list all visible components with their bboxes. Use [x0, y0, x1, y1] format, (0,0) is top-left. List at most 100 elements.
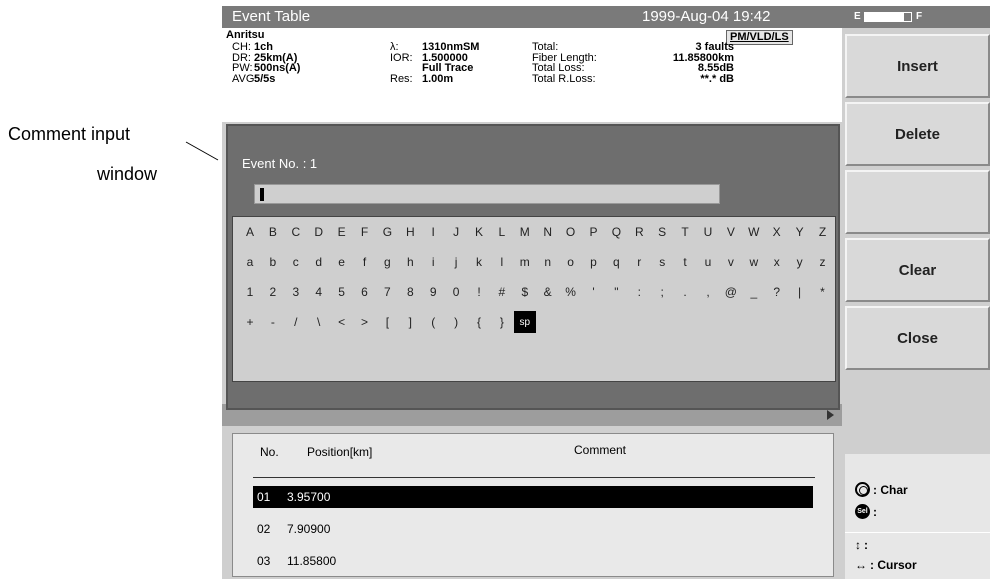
char-key[interactable]: Y	[789, 221, 811, 243]
char-key[interactable]: N	[537, 221, 559, 243]
char-key[interactable]: S	[651, 221, 673, 243]
char-key[interactable]: #	[491, 281, 513, 303]
char-key[interactable]: <	[331, 311, 353, 333]
char-key[interactable]: p	[583, 251, 605, 273]
char-key[interactable]: T	[674, 221, 696, 243]
char-key[interactable]: {	[468, 311, 490, 333]
char-key[interactable]: a	[239, 251, 261, 273]
char-key[interactable]: C	[285, 221, 307, 243]
char-key[interactable]: [	[376, 311, 398, 333]
scroll-right-arrow-icon[interactable]	[827, 410, 834, 420]
close-button[interactable]: Close	[845, 306, 990, 370]
char-key-space[interactable]: sp	[513, 311, 536, 333]
char-key[interactable]: U	[697, 221, 719, 243]
char-key[interactable]: o	[560, 251, 582, 273]
char-key[interactable]: O	[560, 221, 582, 243]
char-key[interactable]: I	[422, 221, 444, 243]
char-key[interactable]: e	[331, 251, 353, 273]
char-key[interactable]: K	[468, 221, 490, 243]
char-key[interactable]: A	[239, 221, 261, 243]
char-key[interactable]: b	[262, 251, 284, 273]
char-key[interactable]: "	[605, 281, 627, 303]
blank-softkey[interactable]	[845, 170, 990, 234]
char-key[interactable]: l	[491, 251, 513, 273]
insert-button[interactable]: Insert	[845, 34, 990, 98]
char-key[interactable]: Z	[812, 221, 834, 243]
char-key[interactable]: k	[468, 251, 490, 273]
char-key[interactable]: d	[308, 251, 330, 273]
char-key[interactable]: g	[376, 251, 398, 273]
char-key[interactable]: '	[583, 281, 605, 303]
char-key[interactable]: )	[445, 311, 467, 333]
char-key[interactable]: *	[812, 281, 834, 303]
char-key[interactable]: m	[514, 251, 536, 273]
char-key[interactable]: 0	[445, 281, 467, 303]
char-key[interactable]: 2	[262, 281, 284, 303]
char-key[interactable]: !	[468, 281, 490, 303]
char-key[interactable]: ;	[651, 281, 673, 303]
char-key[interactable]: >	[354, 311, 376, 333]
char-key[interactable]: s	[651, 251, 673, 273]
char-key[interactable]: +	[239, 311, 261, 333]
char-key[interactable]: W	[743, 221, 765, 243]
char-key[interactable]: 1	[239, 281, 261, 303]
char-key[interactable]: .	[674, 281, 696, 303]
char-key[interactable]: |	[789, 281, 811, 303]
char-key[interactable]: 6	[354, 281, 376, 303]
char-key[interactable]: x	[766, 251, 788, 273]
char-key[interactable]: L	[491, 221, 513, 243]
char-key[interactable]: D	[308, 221, 330, 243]
char-key[interactable]: }	[491, 311, 513, 333]
char-key[interactable]: z	[812, 251, 834, 273]
char-key[interactable]: q	[605, 251, 627, 273]
comment-input-field[interactable]	[254, 184, 720, 204]
char-key[interactable]: 4	[308, 281, 330, 303]
char-key[interactable]: H	[399, 221, 421, 243]
char-key[interactable]: R	[628, 221, 650, 243]
char-key[interactable]: v	[720, 251, 742, 273]
char-key[interactable]: F	[354, 221, 376, 243]
char-key[interactable]: E	[331, 221, 353, 243]
table-row[interactable]: 03 11.85800	[253, 550, 813, 572]
table-row[interactable]: 01 3.95700	[253, 486, 813, 508]
char-key[interactable]: -	[262, 311, 284, 333]
char-key[interactable]: t	[674, 251, 696, 273]
char-key[interactable]: /	[285, 311, 307, 333]
char-key[interactable]: u	[697, 251, 719, 273]
char-key[interactable]: w	[743, 251, 765, 273]
char-key[interactable]: :	[628, 281, 650, 303]
char-key[interactable]: &	[537, 281, 559, 303]
table-row[interactable]: 02 7.90900	[253, 518, 813, 540]
char-key[interactable]: M	[514, 221, 536, 243]
char-key[interactable]: Q	[605, 221, 627, 243]
char-key[interactable]: 3	[285, 281, 307, 303]
char-key[interactable]: ]	[399, 311, 421, 333]
char-key[interactable]: 7	[376, 281, 398, 303]
char-key[interactable]: _	[743, 281, 765, 303]
char-key[interactable]: G	[376, 221, 398, 243]
char-key[interactable]: ?	[766, 281, 788, 303]
char-key[interactable]: V	[720, 221, 742, 243]
char-key[interactable]: c	[285, 251, 307, 273]
clear-button[interactable]: Clear	[845, 238, 990, 302]
char-key[interactable]: 9	[422, 281, 444, 303]
char-key[interactable]: 5	[331, 281, 353, 303]
char-key[interactable]: (	[422, 311, 444, 333]
char-key[interactable]: B	[262, 221, 284, 243]
delete-button[interactable]: Delete	[845, 102, 990, 166]
char-key[interactable]: X	[766, 221, 788, 243]
char-key[interactable]: J	[445, 221, 467, 243]
char-key[interactable]: %	[560, 281, 582, 303]
char-key[interactable]: \	[308, 311, 330, 333]
char-key[interactable]: $	[514, 281, 536, 303]
char-key[interactable]: i	[422, 251, 444, 273]
char-key[interactable]: r	[628, 251, 650, 273]
char-key[interactable]: 8	[399, 281, 421, 303]
char-key[interactable]: f	[354, 251, 376, 273]
char-key[interactable]: y	[789, 251, 811, 273]
char-key[interactable]: P	[583, 221, 605, 243]
char-key[interactable]: ,	[697, 281, 719, 303]
char-key[interactable]: n	[537, 251, 559, 273]
char-key[interactable]: j	[445, 251, 467, 273]
char-key[interactable]: h	[399, 251, 421, 273]
